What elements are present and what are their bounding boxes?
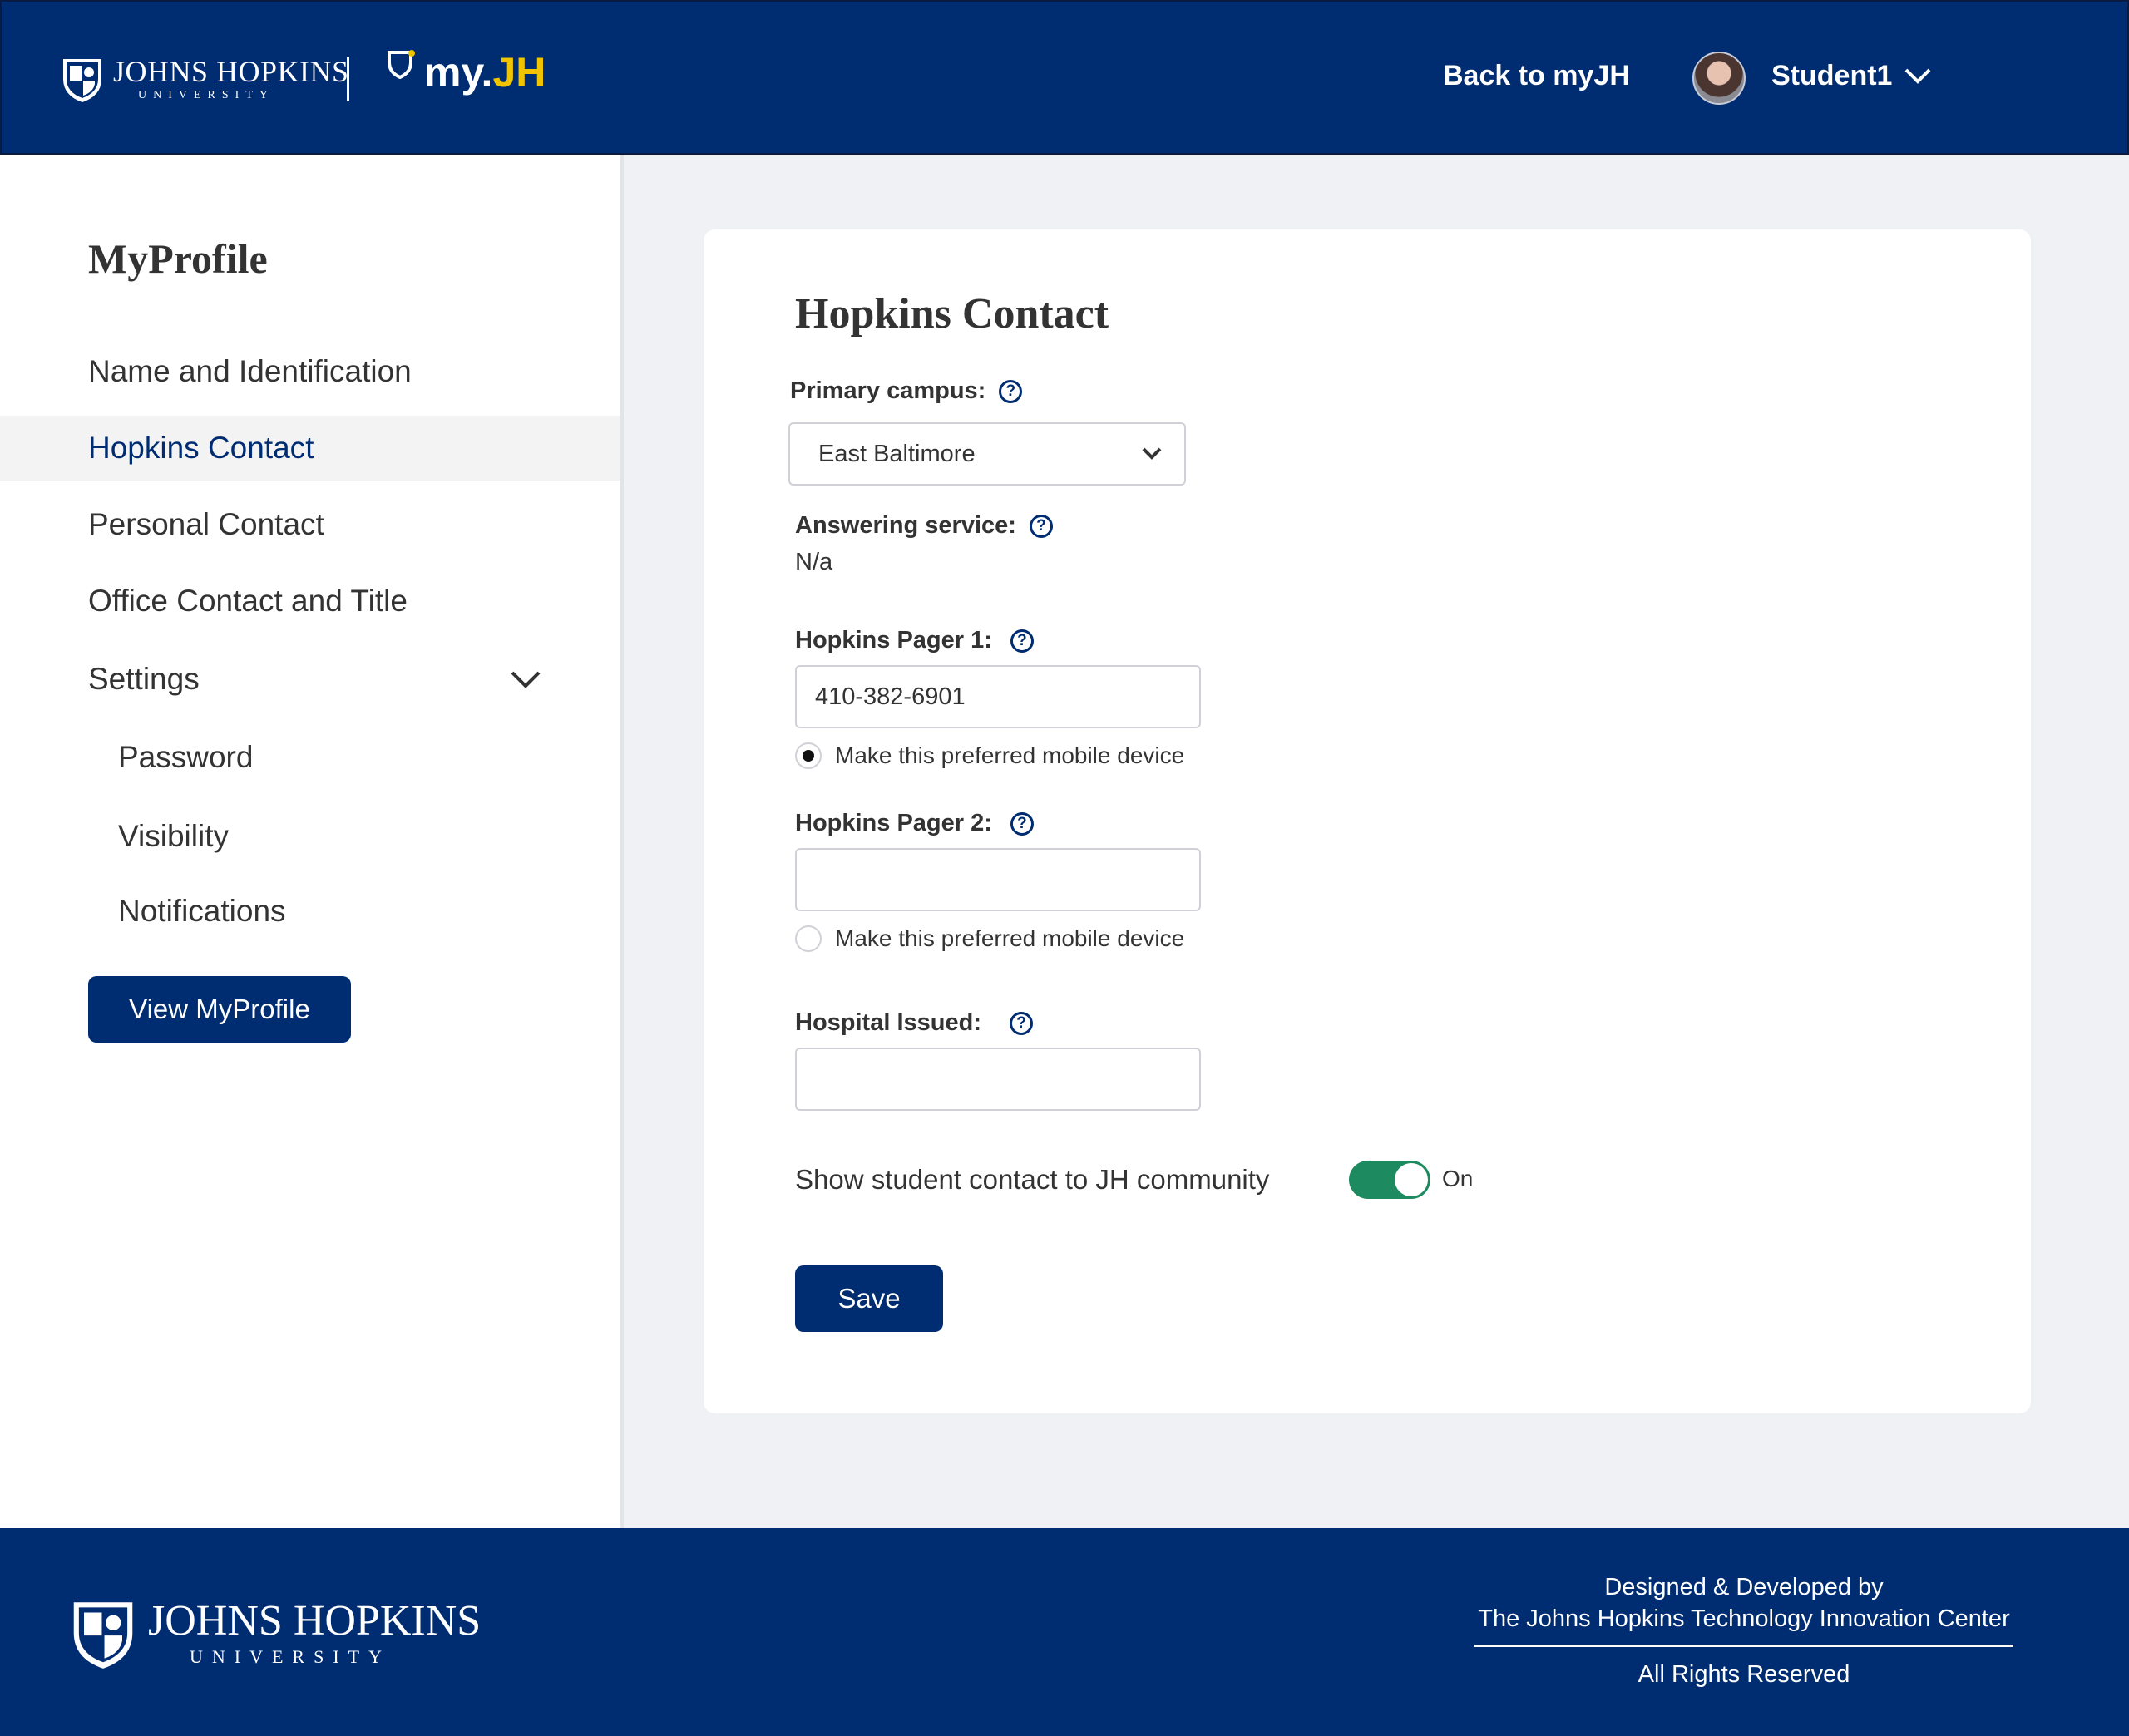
show-contact-toggle[interactable] (1349, 1161, 1430, 1199)
toggle-knob (1395, 1163, 1428, 1196)
help-icon[interactable]: ? (1029, 514, 1053, 538)
save-button[interactable]: Save (795, 1265, 943, 1332)
sidebar-item-notifications[interactable]: Notifications (0, 879, 620, 944)
credit-line-2: The Johns Hopkins Technology Innovation … (1478, 1605, 2010, 1632)
jhu-wordmark: JOHNS HOPKINS UNIVERSITY (113, 57, 349, 101)
chevron-down-icon (1142, 447, 1162, 460)
sidebar-item-label: Hopkins Contact (88, 431, 314, 465)
myjh-prefix: my. (424, 49, 493, 96)
sidebar: MyProfile Name and Identification Hopkin… (0, 155, 624, 1528)
hospital-issued-label: Hospital Issued: ? (795, 1009, 1033, 1037)
sidebar-item-label: Office Contact and Title (88, 584, 408, 618)
footer-credits: Designed & Developed by The Johns Hopkin… (1474, 1571, 2013, 1690)
jhu-logo[interactable]: JOHNS HOPKINS UNIVERSITY (60, 52, 349, 106)
sidebar-item-label: Name and Identification (88, 354, 412, 388)
pager2-preferred-label: Make this preferred mobile device (835, 925, 1185, 951)
primary-campus-label-text: Primary campus: (790, 377, 986, 404)
pager2-label-text: Hopkins Pager 2: (795, 810, 992, 836)
jhu-shield-icon (63, 59, 101, 102)
pager1-label: Hopkins Pager 1: ? (795, 627, 1034, 654)
chevron-down-icon[interactable] (509, 667, 542, 692)
sidebar-item-hopkins-contact[interactable]: Hopkins Contact (0, 416, 620, 481)
answering-service-value: N/a (795, 549, 833, 575)
myjh-shield-icon (388, 50, 415, 79)
credit-line-1: Designed & Developed by (1604, 1574, 1884, 1600)
sidebar-item-name-identification[interactable]: Name and Identification (0, 339, 620, 404)
user-menu-name[interactable]: Student1 (1771, 60, 1892, 92)
primary-campus-label: Primary campus: ? (790, 377, 1023, 405)
pager1-label-text: Hopkins Pager 1: (795, 627, 992, 653)
primary-campus-value: East Baltimore (818, 440, 976, 467)
footer-university-name: JOHNS HOPKINS (148, 1597, 482, 1645)
sidebar-item-label: Visibility (118, 819, 229, 853)
university-name: JOHNS HOPKINS (113, 55, 349, 88)
hospital-issued-input[interactable] (795, 1048, 1201, 1111)
show-contact-label: Show student contact to JH community (795, 1164, 1270, 1195)
footer-wordmark: JOHNS HOPKINS UNIVERSITY (148, 1600, 481, 1666)
myjh-logo[interactable]: my.JH (386, 48, 546, 96)
university-sub: UNIVERSITY (138, 89, 274, 101)
pager1-value: 410-382-6901 (815, 683, 966, 710)
sidebar-item-office-contact[interactable]: Office Contact and Title (0, 569, 620, 634)
sidebar-item-password[interactable]: Password (0, 725, 620, 790)
sidebar-item-label: Notifications (118, 894, 286, 928)
page-title: Hopkins Contact (795, 290, 1109, 338)
sidebar-item-settings[interactable]: Settings (0, 647, 620, 712)
pager2-preferred-radio[interactable] (795, 925, 822, 952)
chevron-down-icon[interactable] (1904, 63, 1932, 88)
pager2-input[interactable] (795, 848, 1201, 911)
footer-university-sub: UNIVERSITY (190, 1646, 391, 1667)
logo-divider (347, 57, 349, 101)
pager2-preferred-option[interactable]: Make this preferred mobile device (795, 925, 1184, 952)
sidebar-item-label: Personal Contact (88, 507, 324, 541)
jhu-shield-icon (73, 1602, 133, 1669)
hopkins-contact-card: Hopkins Contact Primary campus: ? East B… (704, 229, 2031, 1413)
rights-text: All Rights Reserved (1638, 1661, 1850, 1688)
avatar[interactable] (1692, 52, 1746, 105)
sidebar-item-visibility[interactable]: Visibility (0, 804, 620, 869)
footer-jhu-logo[interactable]: JOHNS HOPKINS UNIVERSITY (68, 1595, 481, 1671)
sidebar-item-label: Password (118, 740, 254, 774)
pager2-label: Hopkins Pager 2: ? (795, 810, 1034, 837)
sidebar-title: MyProfile (88, 235, 268, 282)
myjh-suffix: JH (492, 49, 546, 96)
pager1-preferred-label: Make this preferred mobile device (835, 742, 1185, 768)
help-icon[interactable]: ? (1010, 629, 1034, 653)
help-icon[interactable]: ? (999, 379, 1023, 403)
primary-campus-select[interactable]: East Baltimore (788, 422, 1186, 486)
view-myprofile-button[interactable]: View MyProfile (88, 976, 351, 1043)
answering-service-label-text: Answering service: (795, 512, 1016, 539)
pager1-input[interactable]: 410-382-6901 (795, 665, 1201, 728)
footer: JOHNS HOPKINS UNIVERSITY Designed & Deve… (0, 1528, 2129, 1736)
hospital-issued-label-text: Hospital Issued: (795, 1009, 981, 1036)
top-header: JOHNS HOPKINS UNIVERSITY my.JH Back to m… (0, 0, 2129, 155)
myjh-wordmark: my.JH (424, 48, 546, 96)
answering-service-label: Answering service: ? (795, 512, 1053, 540)
help-icon[interactable]: ? (1010, 811, 1034, 836)
sidebar-item-label: Settings (88, 662, 200, 696)
pager1-preferred-option[interactable]: Make this preferred mobile device (795, 742, 1184, 769)
sidebar-item-personal-contact[interactable]: Personal Contact (0, 492, 620, 557)
help-icon[interactable]: ? (1010, 1011, 1033, 1035)
pager1-preferred-radio[interactable] (795, 742, 822, 769)
toggle-state-label: On (1442, 1166, 1474, 1191)
back-to-myjh-link[interactable]: Back to myJH (1443, 60, 1630, 92)
footer-divider (1474, 1645, 2013, 1647)
